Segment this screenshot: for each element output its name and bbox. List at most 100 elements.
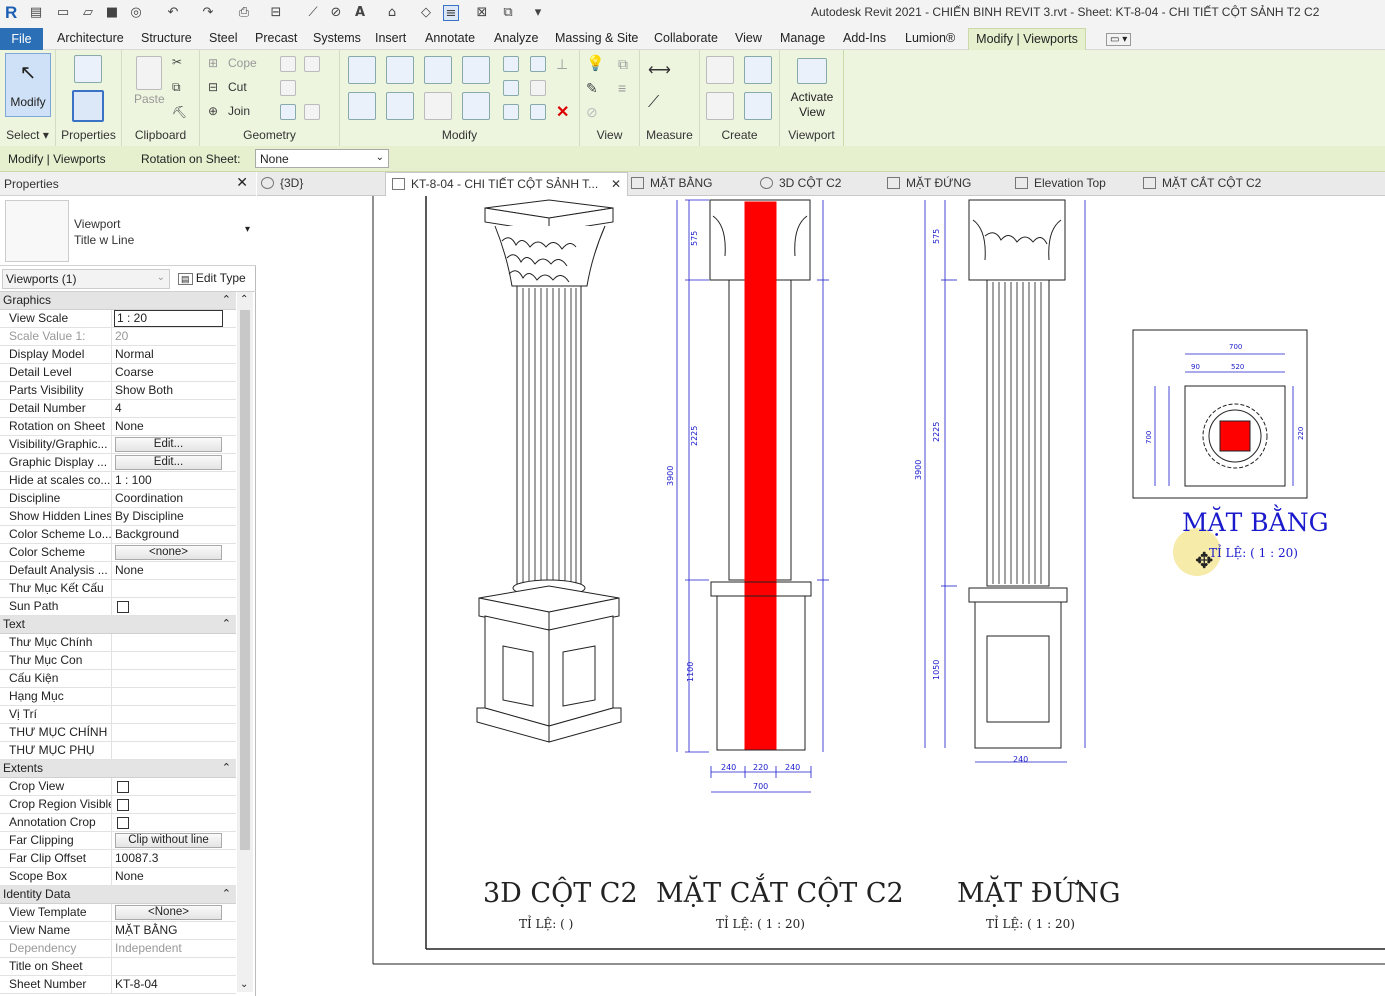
property-row[interactable]: Sun Path [0, 598, 236, 616]
activate-view-icon[interactable] [797, 58, 827, 84]
property-row[interactable]: View Name MẶT BẰNG [0, 922, 236, 940]
panel-toggle-icon[interactable]: ▭ ▾ [1106, 33, 1132, 46]
property-section-text[interactable]: Text ⌃ [0, 616, 236, 634]
property-value[interactable]: Coordination [113, 490, 236, 508]
mirror-axis-icon[interactable] [424, 56, 452, 84]
copy-icon[interactable] [386, 92, 414, 120]
save-icon[interactable]: ■ [104, 5, 120, 21]
property-row[interactable]: Color Scheme Lo... Background [0, 526, 236, 544]
property-checkbox[interactable] [117, 799, 129, 811]
property-row[interactable]: Hide at scales co... 1 : 100 [0, 472, 236, 490]
property-row[interactable]: Graphic Display ... Edit... [0, 454, 236, 472]
property-row[interactable]: Discipline Coordination [0, 490, 236, 508]
tab-view[interactable]: View [735, 31, 762, 45]
property-row[interactable]: Color Scheme <none> [0, 544, 236, 562]
align-icon[interactable] [348, 56, 376, 84]
type-dropdown-icon[interactable]: ▾ [245, 224, 250, 235]
property-section-identity-data[interactable]: Identity Data ⌃ [0, 886, 236, 904]
doc-tab-mat-dung[interactable]: MẶT ĐỨNG [887, 172, 971, 196]
aligned-dim-icon[interactable]: ⟋ [305, 5, 321, 21]
property-row[interactable]: Parts Visibility Show Both [0, 382, 236, 400]
property-value[interactable]: 20 [113, 328, 236, 346]
rotate-icon[interactable] [424, 92, 452, 120]
unpin-icon[interactable] [530, 104, 546, 120]
collapse-icon[interactable]: ⌃ [222, 761, 231, 774]
measure-icon[interactable]: ⟷ [648, 60, 671, 80]
doc-tab-mat-bang[interactable]: MẶT BẰNG [631, 172, 712, 196]
property-section-graphics[interactable]: Graphics ⌃ [0, 292, 236, 310]
property-value[interactable] [113, 688, 236, 706]
property-value[interactable] [113, 652, 236, 670]
property-row[interactable]: Detail Number 4 [0, 400, 236, 418]
split-face-icon[interactable] [304, 56, 320, 72]
tab-architecture[interactable]: Architecture [57, 31, 124, 45]
demolish-icon[interactable] [280, 104, 296, 120]
trim-multiple-icon[interactable] [503, 104, 519, 120]
delete-icon[interactable]: ✕ [556, 102, 569, 122]
measure-qat-icon[interactable]: ⊟ [268, 5, 284, 21]
property-value[interactable]: 10087.3 [113, 850, 236, 868]
cut-geo-icon[interactable]: ⊟ [208, 80, 218, 94]
property-value[interactable]: Independent [113, 940, 236, 958]
doc-tab-mat-cat[interactable]: MẶT CẮT CỘT C2 [1143, 172, 1261, 196]
property-value[interactable]: None [113, 562, 236, 580]
pick-icon[interactable] [304, 104, 320, 120]
file-tab[interactable]: File [0, 28, 43, 50]
property-row[interactable]: Vị Trí [0, 706, 236, 724]
property-value[interactable]: None [113, 868, 236, 886]
new-icon[interactable]: ▭ [55, 5, 71, 21]
property-value[interactable]: Normal [113, 346, 236, 364]
collapse-icon[interactable]: ⌃ [222, 293, 231, 306]
property-row[interactable]: View Scale 1 : 20 [0, 310, 236, 328]
property-row[interactable]: Hạng Mục [0, 688, 236, 706]
cut-label[interactable]: Cut [228, 80, 247, 94]
property-row[interactable]: Thư Mục Chính [0, 634, 236, 652]
tab-steel[interactable]: Steel [209, 31, 238, 45]
create-group-icon[interactable] [706, 92, 734, 120]
property-button[interactable]: Edit... [115, 455, 222, 470]
property-row[interactable]: Visibility/Graphic... Edit... [0, 436, 236, 454]
3d-view-icon[interactable]: ⌂ [384, 5, 400, 21]
scroll-down-icon[interactable]: ⌄ [240, 979, 248, 990]
text-icon[interactable]: A [352, 5, 368, 21]
property-row[interactable]: View Template <None> [0, 904, 236, 922]
property-row[interactable]: Sheet Number KT-8-04 [0, 976, 236, 994]
hide-element-icon[interactable]: ⧉ [618, 56, 628, 73]
switch-windows-icon[interactable]: ⧉ [500, 5, 516, 21]
property-value[interactable] [113, 634, 236, 652]
doc-tab-3d[interactable]: {3D} [261, 172, 303, 196]
property-input[interactable]: 1 : 20 [114, 310, 223, 327]
property-value[interactable] [113, 724, 236, 742]
split-gap-icon[interactable] [530, 56, 546, 72]
edit-type-button[interactable]: ▤ Edit Type [174, 269, 250, 289]
property-row[interactable]: Cấu Kiện [0, 670, 236, 688]
property-row[interactable]: Display Model Normal [0, 346, 236, 364]
cope-icon[interactable]: ⊞ [208, 56, 218, 70]
redo-icon[interactable]: ↷ [200, 5, 216, 21]
scrollbar-thumb[interactable] [240, 310, 250, 850]
property-row[interactable]: Scope Box None [0, 868, 236, 886]
tab-annotate[interactable]: Annotate [425, 31, 475, 45]
create-assembly-icon[interactable] [706, 56, 734, 84]
trim-icon[interactable] [462, 92, 490, 120]
tab-systems[interactable]: Systems [313, 31, 361, 45]
tab-add-ins[interactable]: Add-Ins [843, 31, 886, 45]
view-scale-plan[interactable]: TỈ LỆ: ( 1 : 20) [1209, 546, 1298, 560]
sync-icon[interactable]: ◎ [128, 5, 144, 21]
property-value[interactable]: By Discipline [113, 508, 236, 526]
create-parts-icon[interactable] [744, 56, 772, 84]
properties-scrollbar[interactable]: ⌃ ⌄ [237, 292, 253, 992]
cut-clip-icon[interactable]: ✂ [172, 55, 182, 69]
tab-precast[interactable]: Precast [255, 31, 297, 45]
pin-icon[interactable]: ⊥ [556, 56, 568, 73]
property-button[interactable]: Clip without line [115, 833, 222, 848]
tab-modify-viewports[interactable]: Modify | Viewports [968, 28, 1086, 50]
property-checkbox[interactable] [117, 817, 129, 829]
property-row[interactable]: Far Clipping Clip without line [0, 832, 236, 850]
property-row[interactable]: THƯ MỤC CHÍNH [0, 724, 236, 742]
property-value[interactable]: Show Both [113, 382, 236, 400]
tab-lumion[interactable]: Lumion® [905, 31, 955, 45]
view-title-plan[interactable]: MẶT BẰNG [1182, 508, 1329, 537]
instance-filter-select[interactable]: Viewports (1) ⌄ [2, 269, 170, 289]
property-row[interactable]: Thư Mục Kết Cấu [0, 580, 236, 598]
